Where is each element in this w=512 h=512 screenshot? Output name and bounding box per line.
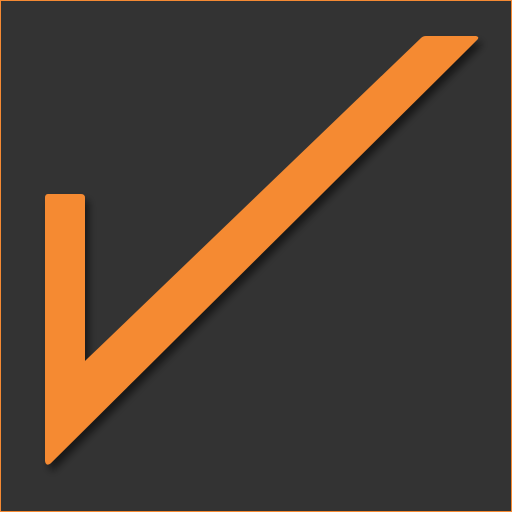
checkmark-shape xyxy=(45,36,479,465)
checkmark-icon xyxy=(45,36,479,465)
app-icon-tile xyxy=(0,0,512,512)
